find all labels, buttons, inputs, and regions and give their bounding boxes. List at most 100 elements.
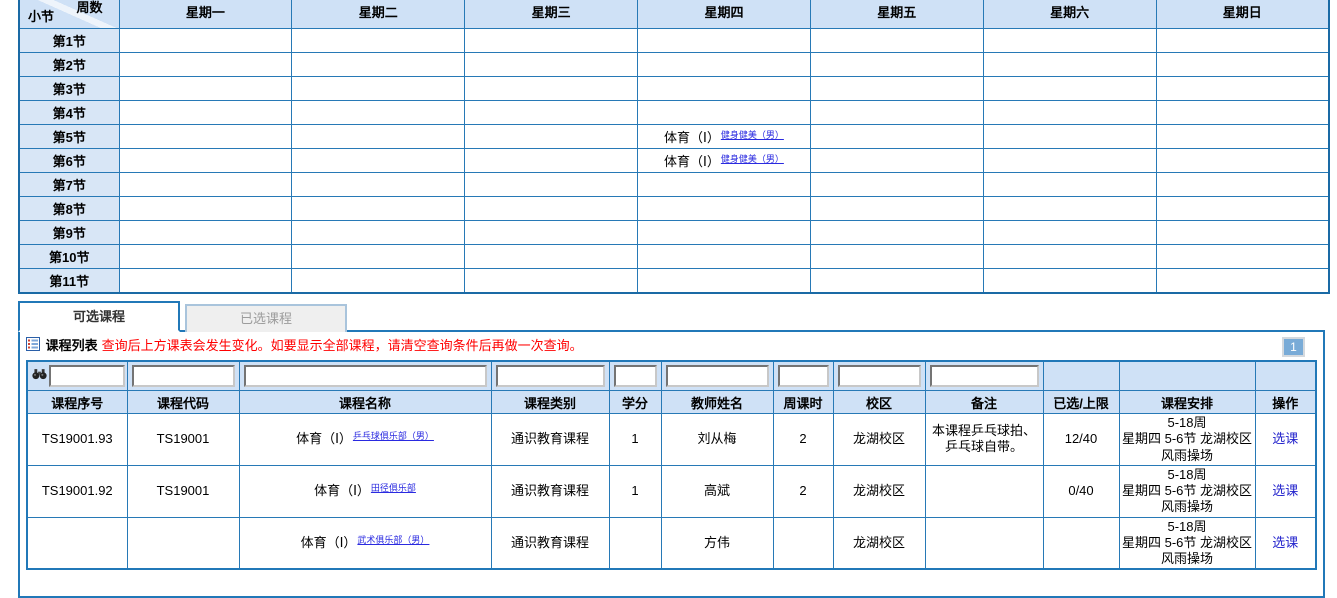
filter-cell [773,361,833,391]
cell-remark: 本课程乒乓球拍、乒乓球自带。 [925,414,1043,466]
timetable-cell [638,77,811,101]
filter-input-5[interactable] [666,365,769,387]
timetable-cell [1156,29,1329,53]
filter-cell [609,361,661,391]
course-club-link[interactable]: 武术俱乐部（男） [357,535,429,545]
column-header-7: 校区 [833,391,925,414]
timetable-cell [119,221,292,245]
timetable-cell [638,197,811,221]
period-label: 第2节 [19,53,119,77]
timetable-cell [810,221,983,245]
filter-input-4[interactable] [614,365,657,387]
timetable-cell [465,269,638,294]
timetable-cell [119,53,292,77]
timetable-cell [465,197,638,221]
timetable-cell [638,29,811,53]
cell-schedule: 5-18周星期四 5-6节 龙湖校区风雨操场 [1119,414,1255,466]
cell-teacher: 方伟 [661,517,773,569]
timetable-row: 第7节 [19,173,1329,197]
course-list-notice: 查询后上方课表会发生变化。如要显示全部课程，请清空查询条件后再做一次查询。 [102,338,583,353]
timetable-cell [983,197,1156,221]
timetable-row: 第4节 [19,101,1329,125]
filter-input-0[interactable] [49,365,125,387]
filter-input-2[interactable] [244,365,487,387]
timetable-cell [1156,53,1329,77]
search-binoculars-icon[interactable] [32,367,47,385]
timetable-row: 第5节 体育（Ⅰ）健身健美（男） [19,125,1329,149]
timetable-cell [119,125,292,149]
timetable-cell [638,173,811,197]
cell-course-seq [27,517,127,569]
tab-selected-courses[interactable]: 已选课程 [185,304,347,332]
cell-course-type: 通识教育课程 [491,465,609,517]
timetable-cell [465,221,638,245]
period-label: 第5节 [19,125,119,149]
timetable-cell [983,173,1156,197]
timetable-cell [1156,125,1329,149]
cell-course-code: TS19001 [127,414,239,466]
day-header: 星期日 [1156,0,1329,29]
timetable-cell [638,269,811,294]
filter-cell [239,361,491,391]
cell-weekly-hours: 2 [773,465,833,517]
schedule-week: 5-18周 [1167,467,1206,482]
course-list-label: 课程列表 [46,338,98,353]
column-header-3: 课程类别 [491,391,609,414]
day-header: 星期四 [638,0,811,29]
cell-schedule: 5-18周星期四 5-6节 龙湖校区风雨操场 [1119,517,1255,569]
timetable-corner-cell: 周数 小节 [19,0,119,29]
filter-input-6[interactable] [778,365,829,387]
period-label: 第6节 [19,149,119,173]
cell-action: 选课 [1255,517,1316,569]
timetable-row: 第3节 [19,77,1329,101]
period-label: 第8节 [19,197,119,221]
select-course-link[interactable]: 选课 [1272,483,1298,498]
day-header: 星期六 [983,0,1156,29]
timetable-cell [465,101,638,125]
timetable-cell [810,149,983,173]
course-note-link[interactable]: 健身健美（男） [721,130,784,140]
filter-cell [1255,361,1316,391]
cell-action: 选课 [1255,414,1316,466]
cell-teacher: 刘从梅 [661,414,773,466]
timetable-cell [119,269,292,294]
filter-input-1[interactable] [132,365,235,387]
course-club-link[interactable]: 田径俱乐部 [371,483,416,493]
tab-selectable-courses[interactable]: 可选课程 [18,301,180,332]
filter-cell [127,361,239,391]
timetable: 周数 小节 星期一星期二星期三星期四星期五星期六星期日 第1节第2节第3节第4节… [18,0,1330,294]
timetable-cell [638,221,811,245]
course-row: TS19001.92TS19001体育（Ⅰ）田径俱乐部通识教育课程1高斌2龙湖校… [27,465,1316,517]
timetable-cell [983,101,1156,125]
column-header-9: 已选/上限 [1043,391,1119,414]
course-name-text: 体育（Ⅰ） [314,483,370,498]
corner-period-label: 小节 [28,6,54,25]
course-club-link[interactable]: 乒乓球俱乐部（男） [353,431,434,441]
timetable-cell [292,101,465,125]
cell-credit: 1 [609,414,661,466]
timetable-row: 第9节 [19,221,1329,245]
timetable-cell [1156,269,1329,294]
day-header: 星期一 [119,0,292,29]
select-course-link[interactable]: 选课 [1272,431,1298,446]
pagination-page-1[interactable]: 1 [1282,337,1305,357]
timetable-cell: 体育（Ⅰ）健身健美（男） [638,125,811,149]
filter-input-8[interactable] [930,365,1039,387]
filter-input-7[interactable] [838,365,921,387]
filter-input-3[interactable] [496,365,605,387]
course-note-link[interactable]: 健身健美（男） [721,154,784,164]
corner-weeks-label: 周数 [76,0,102,16]
cell-quota: 12/40 [1043,414,1119,466]
timetable-cell [292,197,465,221]
column-header-6: 周课时 [773,391,833,414]
select-course-link[interactable]: 选课 [1272,535,1298,550]
cell-campus: 龙湖校区 [833,517,925,569]
cell-credit [609,517,661,569]
schedule-detail: 星期四 5-6节 龙湖校区风雨操场 [1122,483,1252,514]
timetable-cell [465,149,638,173]
column-header-5: 教师姓名 [661,391,773,414]
filter-cell [925,361,1043,391]
timetable-cell [1156,101,1329,125]
timetable-cell [292,269,465,294]
schedule-week: 5-18周 [1167,519,1206,534]
